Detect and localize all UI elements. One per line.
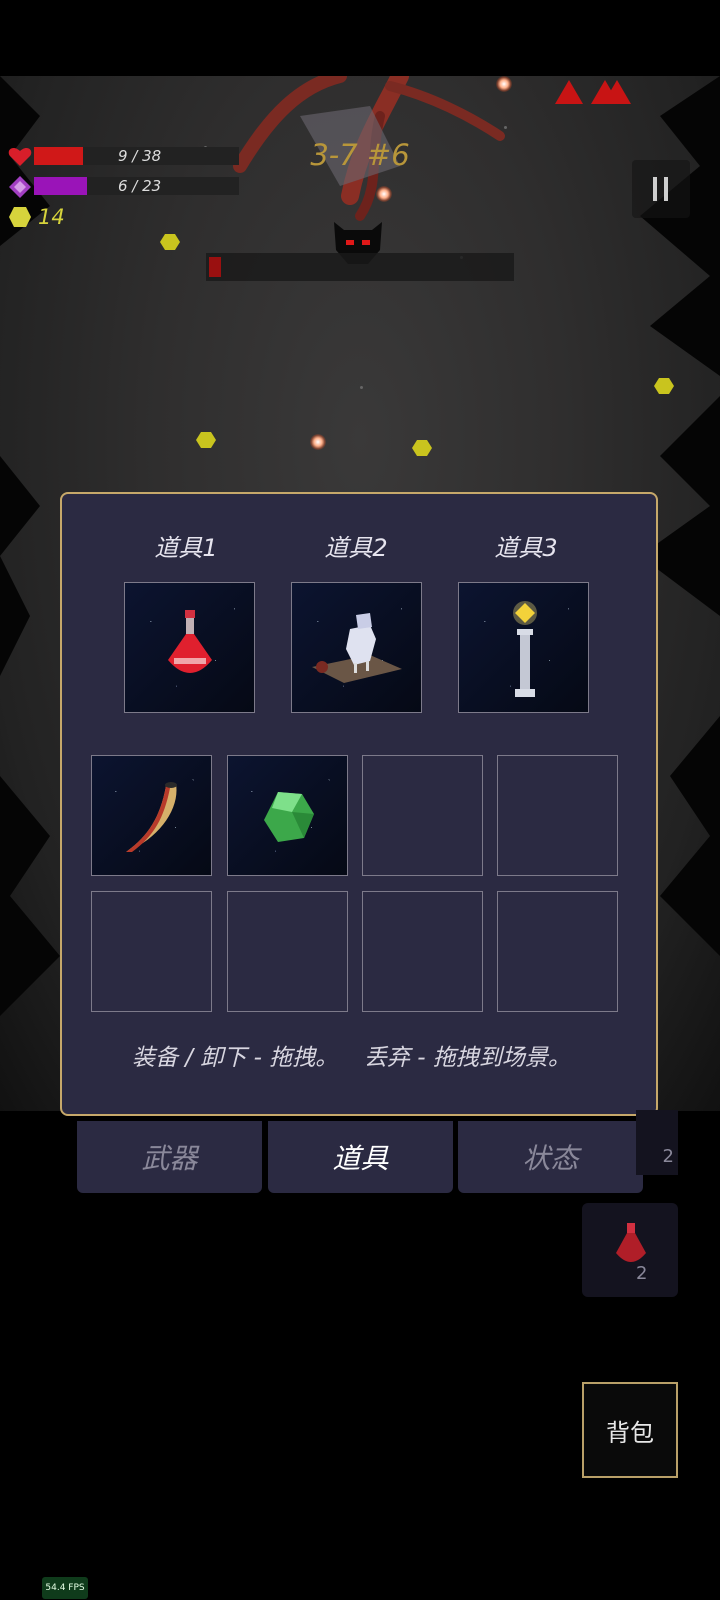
equip-slot-2[interactable] (291, 582, 422, 713)
bag-slot-3[interactable] (362, 755, 483, 876)
heart-icon (8, 148, 32, 166)
hp-text: 9 / 38 (118, 147, 162, 165)
light-pillar-icon (513, 601, 537, 697)
mana-crystal-icon (9, 176, 31, 198)
boss-hp-bar (206, 253, 514, 281)
inventory-panel: 道具1 道具2 道具3 装备 / 卸下 - 拖拽。 丢弃 - 拖拽到场景。 (60, 492, 658, 1116)
equip-slot-1[interactable] (124, 582, 255, 713)
backpack-button[interactable]: 背包 (582, 1382, 678, 1478)
bag-slot-8[interactable] (497, 891, 618, 1012)
bag-slot-7[interactable] (362, 891, 483, 1012)
red-potion-icon (168, 610, 212, 673)
hint-drop: 丢弃 - 拖拽到场景。 (364, 1045, 571, 1071)
pause-icon (653, 177, 668, 201)
quick-item-1[interactable]: 2 (636, 1110, 678, 1175)
tab-items[interactable]: 道具 (268, 1121, 453, 1193)
bag-slot-6[interactable] (227, 891, 348, 1012)
quick-item-2[interactable]: 2 (582, 1203, 678, 1297)
green-gem-icon (264, 792, 314, 842)
slot-title-1: 道具1 (154, 534, 218, 562)
bag-slot-1[interactable] (91, 755, 212, 876)
slot-title-2: 道具2 (324, 534, 388, 562)
coin-count: 14 (38, 205, 65, 229)
bag-slot-2[interactable] (227, 755, 348, 876)
bag-slot-5[interactable] (91, 891, 212, 1012)
level-indicator: 3-7 #6 (310, 138, 410, 172)
coin-icon (9, 207, 31, 227)
slot-title-3: 道具3 (494, 534, 558, 562)
equip-slot-3[interactable] (458, 582, 589, 713)
hint-equip: 装备 / 卸下 - 拖拽。 (132, 1045, 339, 1071)
fps-counter: 54.4 FPS (42, 1577, 88, 1599)
tab-status[interactable]: 状态 (458, 1121, 643, 1193)
bag-slot-4[interactable] (497, 755, 618, 876)
tab-weapons[interactable]: 武器 (77, 1121, 262, 1193)
mp-text: 6 / 23 (118, 177, 162, 195)
quick-item-count: 2 (662, 1146, 674, 1167)
quick-item-count: 2 (636, 1263, 648, 1284)
pause-button[interactable] (632, 160, 690, 218)
scroll-totem-icon (312, 613, 402, 683)
horn-icon (126, 782, 177, 852)
